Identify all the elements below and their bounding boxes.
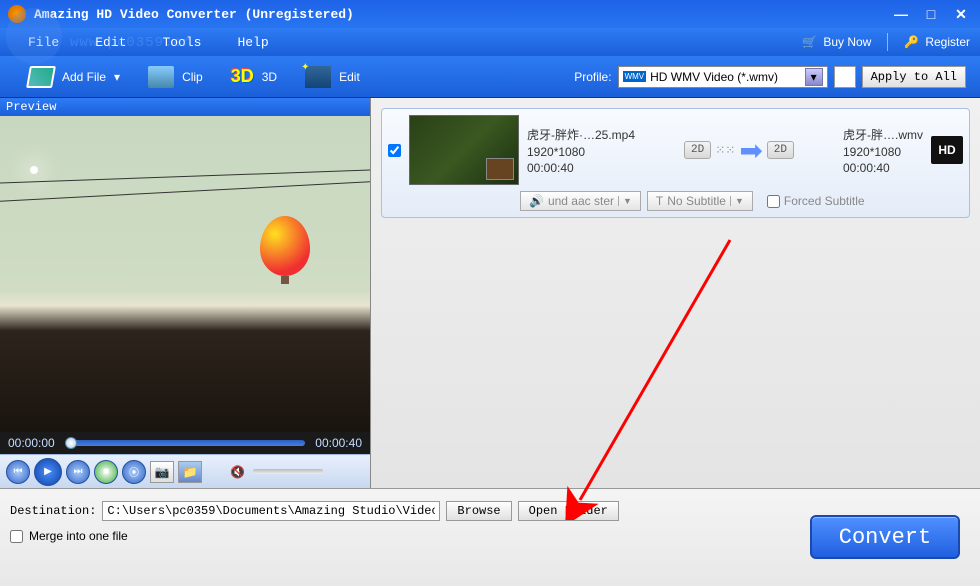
preview-content	[0, 156, 370, 256]
video-preview[interactable]	[0, 116, 370, 432]
3d-label: 3D	[262, 70, 277, 84]
add-file-label: Add File	[62, 70, 106, 84]
folder-icon: 📁	[183, 465, 198, 479]
close-button[interactable]: ✕	[950, 6, 972, 22]
dest-resolution: 1920*1080	[843, 145, 923, 159]
clip-label: Clip	[182, 70, 203, 84]
next-button[interactable]: ⏭	[66, 460, 90, 484]
subtitle-icon: T	[656, 194, 663, 208]
buy-now-link[interactable]: 🛒 Buy Now	[802, 35, 871, 49]
edit-button[interactable]: Edit	[291, 62, 374, 92]
merge-checkbox[interactable]	[10, 530, 23, 543]
play-button[interactable]: ▶	[34, 458, 62, 486]
wmv-format-icon: WMV	[623, 71, 647, 82]
chevron-down-icon: ▼	[618, 196, 632, 206]
time-total: 00:00:40	[315, 436, 362, 450]
prev-button[interactable]: ⏮	[6, 460, 30, 484]
preview-label: Preview	[0, 98, 370, 116]
chevron-down-icon: ▾	[805, 68, 823, 86]
register-link[interactable]: 🔑 Register	[904, 35, 970, 49]
preview-content	[260, 216, 310, 276]
menu-help[interactable]: Help	[219, 31, 286, 54]
audio-track-label: und aac ster	[548, 194, 614, 208]
speaker-icon: 🔊	[529, 194, 544, 208]
scissors-icon	[148, 66, 174, 88]
3d-button[interactable]: 3D 3D	[217, 62, 291, 91]
dst-2d-badge: 2D	[767, 141, 794, 159]
grid-icon: ⁙⁙	[715, 143, 735, 157]
folder-button[interactable]: 📁	[178, 461, 202, 483]
destination-input[interactable]	[102, 501, 440, 521]
menu-tools[interactable]: Tools	[144, 31, 219, 54]
step-button[interactable]: ⦿	[122, 460, 146, 484]
clip-button[interactable]: Clip	[134, 62, 217, 92]
convert-button[interactable]: Convert	[810, 515, 960, 559]
dest-filename: 虎牙-胖….wmv	[843, 126, 923, 143]
volume-icon[interactable]: 🔇	[230, 465, 245, 479]
file-list-panel: 虎牙-胖炸·…25.mp4 1920*1080 00:00:40 2D ⁙⁙ ➡…	[370, 98, 980, 488]
menu-file[interactable]: File	[10, 31, 77, 54]
browse-button[interactable]: Browse	[446, 501, 511, 521]
menubar: File Edit Tools Help 🛒 Buy Now 🔑 Registe…	[0, 28, 980, 56]
open-folder-button[interactable]: Open Folder	[518, 501, 619, 521]
dest-duration: 00:00:40	[843, 161, 923, 175]
source-duration: 00:00:40	[527, 161, 635, 175]
minimize-button[interactable]: —	[890, 6, 912, 22]
menu-edit[interactable]: Edit	[77, 31, 144, 54]
buy-now-label: Buy Now	[823, 35, 871, 49]
edit-icon	[305, 66, 331, 88]
subtitle-label: No Subtitle	[667, 194, 726, 208]
3d-icon: 3D	[231, 66, 254, 87]
forced-subtitle-checkbox[interactable]	[767, 195, 780, 208]
gear-icon: ⚙	[839, 70, 850, 84]
add-file-button[interactable]: Add File ▾	[14, 62, 134, 92]
camera-icon: 📷	[155, 465, 170, 479]
snapshot-button[interactable]: 📷	[150, 461, 174, 483]
time-slider[interactable]	[65, 440, 306, 446]
profile-select[interactable]: WMV HD WMV Video (*.wmv) ▾	[618, 66, 828, 88]
app-icon	[8, 5, 26, 23]
subtitle-select[interactable]: T No Subtitle ▼	[647, 191, 753, 211]
chevron-down-icon: ▼	[730, 196, 744, 206]
profile-label: Profile:	[574, 70, 611, 84]
forced-subtitle-toggle[interactable]: Forced Subtitle	[759, 191, 873, 211]
source-filename: 虎牙-胖炸·…25.mp4	[527, 126, 635, 143]
divider	[887, 33, 888, 51]
merge-label: Merge into one file	[29, 529, 128, 543]
stop-button[interactable]: ■	[94, 460, 118, 484]
source-resolution: 1920*1080	[527, 145, 635, 159]
file-item[interactable]: 虎牙-胖炸·…25.mp4 1920*1080 00:00:40 2D ⁙⁙ ➡…	[381, 108, 970, 218]
playback-controls: ⏮ ▶ ⏭ ■ ⦿ 📷 📁 🔇	[0, 454, 370, 488]
slider-thumb[interactable]	[65, 437, 77, 449]
bottom-panel: Destination: Browse Open Folder Merge in…	[0, 488, 980, 586]
register-label: Register	[925, 35, 970, 49]
time-current: 00:00:00	[8, 436, 55, 450]
toolbar: Add File ▾ Clip 3D 3D Edit Profile: WMV …	[0, 56, 980, 98]
timeline-bar: 00:00:00 00:00:40	[0, 432, 370, 454]
src-2d-badge: 2D	[684, 141, 711, 159]
key-icon: 🔑	[904, 35, 919, 49]
apply-to-all-button[interactable]: Apply to All	[862, 66, 966, 88]
preview-panel: Preview 00:00:00 00:00:40 ⏮ ▶ ⏭ ■ ⦿ 📷 📁 …	[0, 98, 370, 488]
volume-slider[interactable]	[253, 469, 323, 474]
cart-icon: 🛒	[802, 35, 817, 49]
destination-label: Destination:	[10, 504, 96, 518]
arrow-right-icon: ➡	[739, 134, 762, 167]
hd-badge: HD	[931, 136, 963, 164]
window-title: Amazing HD Video Converter (Unregistered…	[34, 7, 890, 22]
titlebar: Amazing HD Video Converter (Unregistered…	[0, 0, 980, 28]
maximize-button[interactable]: □	[920, 6, 942, 22]
forced-subtitle-label: Forced Subtitle	[784, 194, 865, 208]
item-checkbox[interactable]	[388, 144, 401, 157]
audio-track-select[interactable]: 🔊 und aac ster ▼	[520, 191, 641, 211]
settings-button[interactable]: ⚙	[834, 66, 856, 88]
profile-value: HD WMV Video (*.wmv)	[650, 70, 778, 84]
chevron-down-icon: ▾	[114, 70, 120, 84]
item-thumbnail[interactable]	[409, 115, 519, 185]
edit-label: Edit	[339, 70, 360, 84]
film-icon	[26, 66, 56, 88]
